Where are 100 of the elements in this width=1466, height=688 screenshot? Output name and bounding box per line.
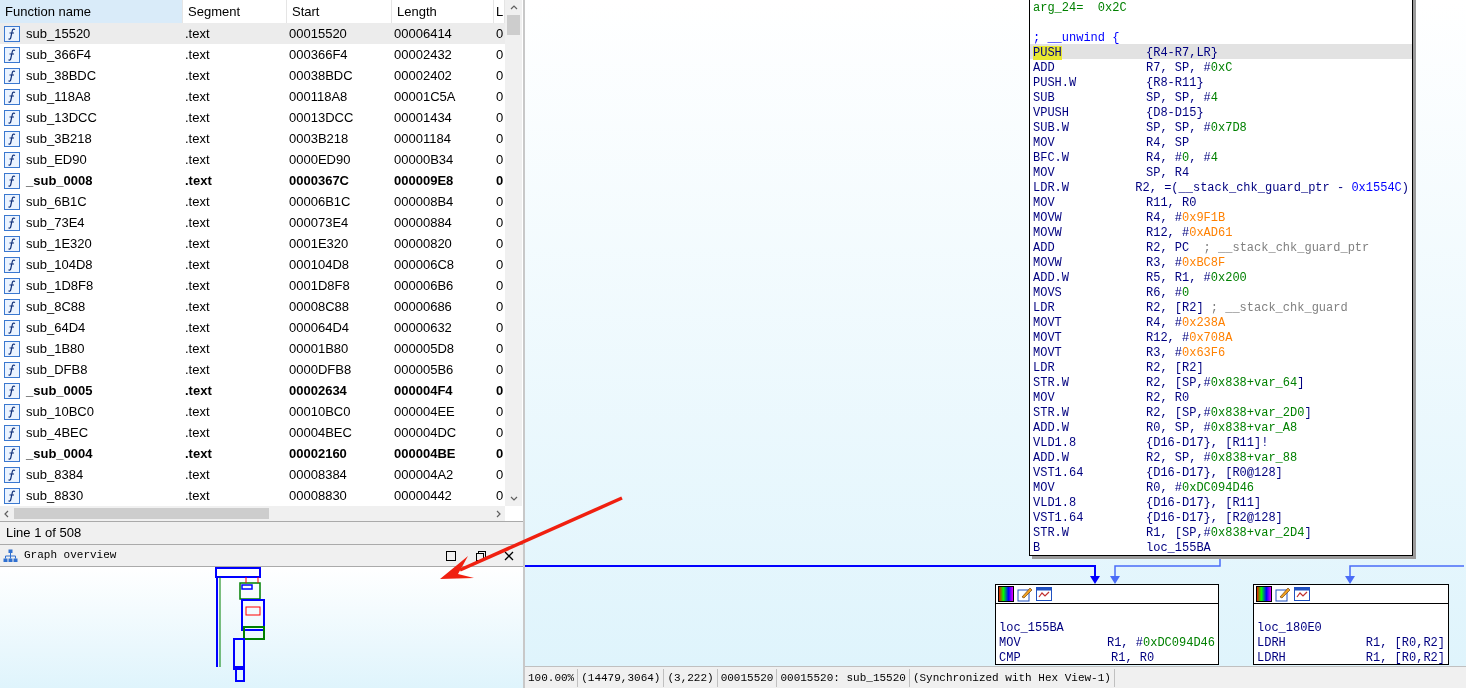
table-cell-text: 0: [496, 276, 504, 295]
color-palette-icon[interactable]: [998, 586, 1014, 602]
graph-view-icon[interactable]: [1294, 586, 1310, 602]
function-icon: [4, 46, 20, 63]
code-line: CMP R1, R0: [998, 650, 1156, 664]
code-line: MOV R11, R0: [1032, 195, 1198, 209]
code-line: B loc_155BA: [1032, 540, 1212, 554]
table-cell-text: .text: [185, 150, 210, 169]
table-cell-text: 000004DC: [394, 423, 457, 442]
table-cell-text: 00001184: [394, 129, 451, 148]
function-icon: [4, 382, 20, 399]
table-cell-text: 00006414: [394, 24, 452, 43]
table-cell-text: 0: [496, 129, 504, 148]
table-cell-text: 00008C88: [289, 297, 349, 316]
graph-view-icon[interactable]: [1036, 586, 1052, 602]
status-bar-field: 00015520: sub_15520: [777, 668, 910, 687]
function-icon: [4, 67, 20, 84]
panel-title: Graph overview: [24, 548, 117, 564]
table-cell-text: 000006C8: [394, 255, 454, 274]
table-cell-text: 00015520: [289, 24, 347, 43]
table-cell-text: 000366F4: [289, 45, 348, 64]
table-cell-text: 00004BEC: [289, 423, 352, 442]
table-cell-text: 00000632: [394, 318, 452, 337]
function-icon: [4, 193, 20, 210]
edit-icon[interactable]: [1275, 586, 1291, 602]
code-line: LDR.W R2, =(__stack_chk_guard_ptr - 0x1554C): [1032, 180, 1410, 194]
maximize-icon[interactable]: [446, 550, 456, 561]
table-cell-text: 0: [496, 150, 504, 169]
code-line: SUB SP, SP, #4: [1032, 90, 1219, 104]
status-bar-field: 100.00%: [525, 668, 579, 687]
code-line: STR.W R1, [SP,#0x838+var_2D4]: [1032, 525, 1313, 539]
table-cell-text: 00001C5A: [394, 87, 456, 106]
table-cell-text: 00000442: [394, 486, 452, 505]
function-icon: [4, 298, 20, 315]
table-cell-text: 00002160: [289, 444, 347, 463]
table-cell-text: 000004A2: [394, 465, 454, 484]
code-line: MOV R1, #0xDC094D46: [998, 635, 1216, 649]
table-cell-text: _sub_0005: [26, 381, 93, 400]
table-cell-text: sub_64D4: [26, 318, 86, 337]
code-line: MOVW R12, #0xAD61: [1032, 225, 1234, 239]
table-cell-text: .text: [185, 339, 210, 358]
table-cell-text: 00010BC0: [289, 402, 351, 421]
function-icon: [4, 172, 20, 189]
table-cell-text: 0000367C: [289, 171, 349, 190]
table-cell-text: .text: [185, 318, 210, 337]
function-row[interactable]: sub_15520 .text 00015520 00006414 0: [0, 23, 505, 44]
table-cell-text: 000064D4: [289, 318, 349, 337]
column-header[interactable]: L: [494, 0, 505, 23]
table-cell-text: sub_15520: [26, 24, 91, 43]
close-icon[interactable]: [504, 550, 514, 561]
block-label: loc_155BA: [998, 620, 1065, 634]
table-cell-text: _sub_0004: [26, 444, 93, 463]
column-header[interactable]: Function name: [0, 0, 183, 23]
table-cell-text: sub_1B80: [26, 339, 85, 358]
table-cell-text: 00002432: [394, 45, 452, 64]
code-line: LDR R2, [R2] ; __stack_chk_guard: [1032, 300, 1349, 314]
scroll-thumb[interactable]: [14, 508, 269, 519]
status-bar-field: 00015520: [717, 668, 778, 687]
table-cell-text: 00002402: [394, 66, 452, 85]
table-cell-text: 00001B80: [289, 339, 349, 358]
code-line: ADD.W R5, R1, #0x200: [1032, 270, 1248, 284]
color-palette-icon[interactable]: [1256, 586, 1272, 602]
code-line: PUSH.W {R8-R11}: [1032, 75, 1205, 89]
table-cell-text: 00008830: [289, 486, 347, 505]
table-cell-text: .text: [185, 45, 210, 64]
code-line: MOV R4, SP: [1032, 135, 1191, 149]
table-cell-text: sub_38BDC: [26, 66, 97, 85]
table-cell-text: sub_73E4: [26, 213, 85, 232]
hierarchy-icon: [3, 548, 18, 563]
table-cell-text: .text: [185, 108, 210, 127]
code-line: MOVT R3, #0x63F6: [1032, 345, 1227, 359]
code-line: MOVT R4, #0x238A: [1032, 315, 1227, 329]
code-line: LDRH R1, [R0,R2]: [1256, 635, 1446, 649]
code-line: MOVS R6, #0: [1032, 285, 1191, 299]
restore-icon[interactable]: [476, 550, 486, 561]
code-line: SUB.W SP, SP, #0x7D8: [1032, 120, 1248, 134]
table-cell-text: sub_366F4: [26, 45, 92, 64]
table-cell-text: .text: [185, 24, 210, 43]
code-line: arg_24= 0x2C: [1032, 0, 1128, 14]
table-cell-text: sub_10BC0: [26, 402, 94, 421]
status-bar-field: (Synchronized with Hex View-1): [909, 668, 1115, 687]
table-cell-text: sub_4BEC: [26, 423, 89, 442]
table-cell-text: 0: [496, 171, 504, 190]
table-cell-text: sub_104D8: [26, 255, 93, 274]
function-icon: [4, 319, 20, 336]
table-cell-text: sub_1E320: [26, 234, 92, 253]
code-line: ADD R7, SP, #0xC: [1032, 60, 1234, 74]
function-icon: [4, 88, 20, 105]
table-cell-text: sub_118A8: [26, 87, 91, 106]
table-cell-text: 00000B34: [394, 150, 454, 169]
vertical-scrollbar[interactable]: [505, 0, 522, 506]
horizontal-scrollbar[interactable]: [0, 506, 505, 521]
table-cell-text: .text: [185, 255, 210, 274]
line-count-label: Line 1 of 508: [6, 524, 82, 543]
table-cell-text: .text: [185, 423, 210, 442]
code-line: MOV R2, R0: [1032, 390, 1191, 404]
scroll-thumb[interactable]: [507, 15, 520, 35]
table-cell-text: 0: [496, 255, 504, 274]
edit-icon[interactable]: [1017, 586, 1033, 602]
code-line: ADD.W R2, SP, #0x838+var_88: [1032, 450, 1299, 464]
